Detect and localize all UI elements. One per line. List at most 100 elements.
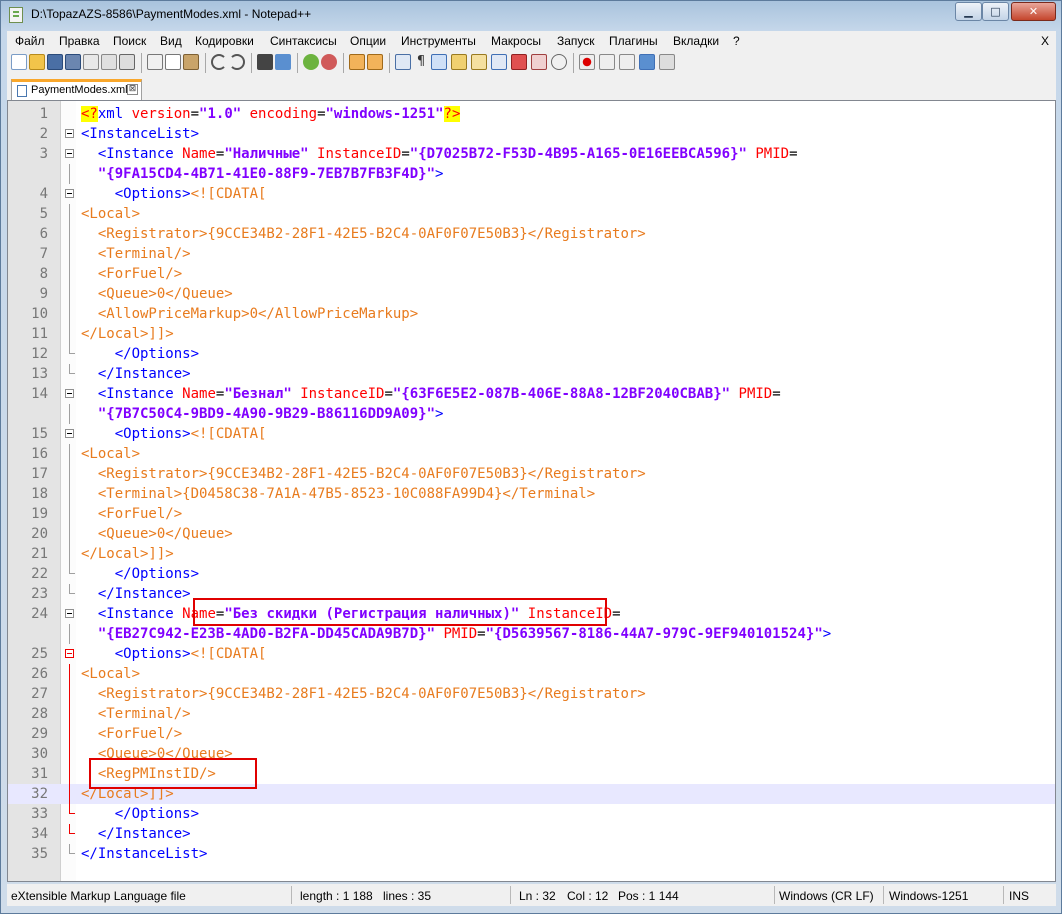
- folder-as-workspace-icon[interactable]: [511, 54, 527, 70]
- fold-minus-icon[interactable]: [65, 149, 74, 158]
- cut-icon[interactable]: [147, 54, 163, 70]
- close-button[interactable]: ✕: [1011, 2, 1056, 21]
- menu-tabs[interactable]: Вкладки: [673, 34, 719, 48]
- code-line[interactable]: 26 <Local>: [8, 664, 1055, 684]
- code-line[interactable]: 21 </Local>]]>: [8, 544, 1055, 564]
- undo-icon[interactable]: [211, 54, 227, 70]
- code-line[interactable]: 15 <Options><![CDATA[: [8, 424, 1055, 444]
- code-line[interactable]: "{EB27C942-E23B-4AD0-B2FA-DD45CADA9B7D}"…: [8, 624, 1055, 644]
- code-line[interactable]: 29 <ForFuel/>: [8, 724, 1055, 744]
- code-line[interactable]: 6 <Registrator>{9CCE34B2-28F1-42E5-B2C4-…: [8, 224, 1055, 244]
- fold-minus-icon[interactable]: [65, 189, 74, 198]
- code-line[interactable]: 28 <Terminal/>: [8, 704, 1055, 724]
- code-editor[interactable]: 1 <?xml version="1.0" encoding="windows-1…: [7, 100, 1056, 882]
- code-line[interactable]: 7 <Terminal/>: [8, 244, 1055, 264]
- code-token: <Local>: [81, 206, 141, 222]
- menu-edit[interactable]: Правка: [59, 34, 100, 48]
- code-text: <Instance Name="Наличные" InstanceID="{D…: [81, 144, 798, 164]
- zoom-out-icon[interactable]: [321, 54, 337, 70]
- code-line[interactable]: 19 <ForFuel/>: [8, 504, 1055, 524]
- code-line[interactable]: 17 <Registrator>{9CCE34B2-28F1-42E5-B2C4…: [8, 464, 1055, 484]
- minimize-button[interactable]: ▁: [955, 2, 982, 21]
- playback-macro-icon[interactable]: [619, 54, 635, 70]
- tab-close-icon[interactable]: ⊠: [127, 84, 138, 95]
- tab-paymentmodes-xml[interactable]: PaymentModes.xml ⊠: [11, 79, 142, 100]
- document-monitor-icon[interactable]: [531, 54, 547, 70]
- code-line[interactable]: 8 <ForFuel/>: [8, 264, 1055, 284]
- print-icon[interactable]: [119, 54, 135, 70]
- code-line[interactable]: 12 </Options>: [8, 344, 1055, 364]
- user-defined-language-icon[interactable]: [451, 54, 467, 70]
- code-line[interactable]: 13 </Instance>: [8, 364, 1055, 384]
- code-text: "{EB27C942-E23B-4AD0-B2FA-DD45CADA9B7D}"…: [81, 624, 831, 644]
- replace-icon[interactable]: [275, 54, 291, 70]
- menu-encoding[interactable]: Кодировки: [195, 34, 254, 48]
- fold-minus-icon[interactable]: [65, 389, 74, 398]
- menu-options[interactable]: Опции: [350, 34, 386, 48]
- code-line[interactable]: 11 </Local>]]>: [8, 324, 1055, 344]
- sync-horizontal-icon[interactable]: [367, 54, 383, 70]
- fold-minus-icon[interactable]: [65, 609, 74, 618]
- redo-icon[interactable]: [229, 54, 245, 70]
- close-file-icon[interactable]: [83, 54, 99, 70]
- record-macro-icon[interactable]: [579, 54, 595, 70]
- menu-run[interactable]: Запуск: [557, 34, 595, 48]
- code-line[interactable]: 16 <Local>: [8, 444, 1055, 464]
- code-line[interactable]: 35 </InstanceList>: [8, 844, 1055, 864]
- code-line[interactable]: "{9FA15CD4-4B71-41E0-88F9-7EB7B7FB3F4D}"…: [8, 164, 1055, 184]
- sync-vertical-icon[interactable]: [349, 54, 365, 70]
- zoom-in-icon[interactable]: [303, 54, 319, 70]
- code-line[interactable]: 1 <?xml version="1.0" encoding="windows-1…: [8, 104, 1055, 124]
- word-wrap-icon[interactable]: [395, 54, 411, 70]
- stop-record-icon[interactable]: [599, 54, 615, 70]
- run-macro-multiple-icon[interactable]: [639, 54, 655, 70]
- code-token: <Terminal/>: [81, 706, 191, 722]
- code-line[interactable]: 9 <Queue>0</Queue>: [8, 284, 1055, 304]
- menu-help[interactable]: ?: [733, 34, 740, 48]
- code-line[interactable]: 27 <Registrator>{9CCE34B2-28F1-42E5-B2C4…: [8, 684, 1055, 704]
- code-line[interactable]: 33 </Options>: [8, 804, 1055, 824]
- code-line[interactable]: "{7B7C50C4-9BD9-4A90-9B29-B86116DD9A09}"…: [8, 404, 1055, 424]
- fold-minus-icon[interactable]: [65, 429, 74, 438]
- code-line[interactable]: 10 <AllowPriceMarkup>0</AllowPriceMarkup…: [8, 304, 1055, 324]
- save-icon[interactable]: [47, 54, 63, 70]
- menu-search[interactable]: Поиск: [113, 34, 146, 48]
- notepad-window: D:\TopazAZS-8586\PaymentModes.xml - Note…: [0, 0, 1062, 914]
- code-line[interactable]: 22 </Options>: [8, 564, 1055, 584]
- show-all-characters-icon[interactable]: ¶: [413, 54, 429, 70]
- menu-view[interactable]: Вид: [160, 34, 182, 48]
- copy-icon[interactable]: [165, 54, 181, 70]
- code-line[interactable]: 4 <Options><![CDATA[: [8, 184, 1055, 204]
- code-line[interactable]: 14 <Instance Name="Безнал" InstanceID="{…: [8, 384, 1055, 404]
- code-line[interactable]: 25 <Options><![CDATA[: [8, 644, 1055, 664]
- save-all-icon[interactable]: [65, 54, 81, 70]
- code-line[interactable]: 34 </Instance>: [8, 824, 1055, 844]
- open-file-icon[interactable]: [29, 54, 45, 70]
- code-line[interactable]: 5 <Local>: [8, 204, 1055, 224]
- find-icon[interactable]: [257, 54, 273, 70]
- fold-minus-icon[interactable]: [65, 649, 74, 658]
- save-macro-icon[interactable]: [659, 54, 675, 70]
- code-line[interactable]: 18 <Terminal>{D0458C38-7A1A-47B5-8523-10…: [8, 484, 1055, 504]
- close-all-icon[interactable]: [101, 54, 117, 70]
- eye-icon[interactable]: [551, 54, 567, 70]
- maximize-button[interactable]: □: [982, 2, 1009, 21]
- code-line[interactable]: 2 <InstanceList>: [8, 124, 1055, 144]
- fold-minus-icon[interactable]: [65, 129, 74, 138]
- title-bar[interactable]: D:\TopazAZS-8586\PaymentModes.xml - Note…: [1, 1, 1061, 29]
- menu-tools[interactable]: Инструменты: [401, 34, 476, 48]
- code-line[interactable]: 20 <Queue>0</Queue>: [8, 524, 1055, 544]
- menu-macros[interactable]: Макросы: [491, 34, 541, 48]
- new-file-icon[interactable]: [11, 54, 27, 70]
- code-line[interactable]: 3 <Instance Name="Наличные" InstanceID="…: [8, 144, 1055, 164]
- menu-syntax[interactable]: Синтаксисы: [270, 34, 337, 48]
- code-token: =: [190, 106, 200, 122]
- notepad-plus-plus-icon[interactable]: [9, 7, 23, 23]
- function-list-icon[interactable]: [491, 54, 507, 70]
- menu-plugins[interactable]: Плагины: [609, 34, 658, 48]
- close-document-x[interactable]: X: [1041, 34, 1049, 48]
- indent-guide-icon[interactable]: [431, 54, 447, 70]
- document-map-icon[interactable]: [471, 54, 487, 70]
- menu-file[interactable]: Файл: [15, 34, 45, 48]
- paste-icon[interactable]: [183, 54, 199, 70]
